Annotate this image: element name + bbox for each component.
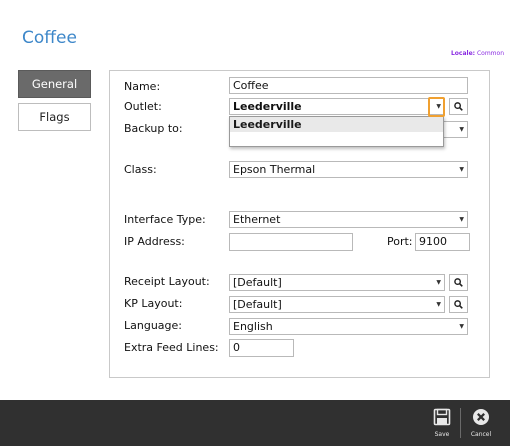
outlet-search-button[interactable] — [449, 98, 468, 115]
ip-address-label: IP Address: — [124, 235, 185, 248]
language-select[interactable]: English ▼ — [229, 318, 468, 335]
backup-label: Backup to: — [124, 122, 183, 135]
chevron-down-icon[interactable]: ▼ — [459, 212, 464, 227]
locale-value: Common — [476, 50, 504, 57]
search-icon — [454, 278, 463, 287]
outlet-select[interactable]: Leederville ▼ — [229, 98, 445, 115]
class-label: Class: — [124, 163, 157, 176]
page-title: Coffee — [22, 28, 77, 48]
search-icon — [454, 300, 463, 309]
chevron-down-icon[interactable]: ▼ — [459, 122, 464, 137]
locale-label: Locale: — [450, 50, 476, 57]
footer-bar: Save Cancel — [0, 400, 510, 446]
ip-address-field[interactable] — [229, 233, 353, 251]
interface-type-select[interactable]: Ethernet ▼ — [229, 211, 468, 228]
extra-feed-lines-field[interactable]: 0 — [229, 339, 294, 357]
outlet-label: Outlet: — [124, 100, 162, 113]
class-value: Epson Thermal — [233, 163, 316, 176]
class-select[interactable]: Epson Thermal ▼ — [229, 161, 468, 178]
language-value: English — [233, 320, 273, 333]
dropdown-arrow-highlight — [428, 97, 445, 117]
kp-layout-search-button[interactable] — [449, 296, 468, 313]
locale-indicator: Locale: Common — [451, 50, 504, 57]
kp-layout-select[interactable]: [Default] ▼ — [229, 296, 445, 313]
name-field[interactable]: Coffee — [229, 77, 468, 94]
port-label: Port: — [387, 235, 413, 248]
tab-general[interactable]: General — [18, 70, 91, 98]
floppy-disk-icon — [433, 408, 451, 426]
extra-feed-lines-label: Extra Feed Lines: — [124, 341, 219, 354]
chevron-down-icon[interactable]: ▼ — [459, 162, 464, 177]
port-field[interactable]: 9100 — [415, 233, 470, 251]
interface-type-label: Interface Type: — [124, 213, 206, 226]
outlet-value: Leederville — [233, 100, 302, 113]
receipt-layout-select[interactable]: [Default] ▼ — [229, 274, 445, 291]
chevron-down-icon[interactable]: ▼ — [436, 297, 441, 312]
search-icon — [454, 102, 463, 111]
footer-divider — [460, 408, 461, 438]
receipt-layout-value: [Default] — [233, 276, 282, 289]
close-circle-icon — [473, 409, 489, 425]
kp-layout-value: [Default] — [233, 298, 282, 311]
interface-type-value: Ethernet — [233, 213, 281, 226]
receipt-layout-label: Receipt Layout: — [124, 275, 210, 288]
receipt-layout-search-button[interactable] — [449, 274, 468, 291]
chevron-down-icon[interactable]: ▼ — [459, 319, 464, 334]
kp-layout-label: KP Layout: — [124, 297, 183, 310]
cancel-label: Cancel — [470, 431, 492, 438]
save-button[interactable]: Save — [427, 408, 457, 438]
dropdown-option[interactable]: Leederville — [230, 117, 443, 132]
cancel-button[interactable]: Cancel — [466, 408, 496, 438]
tab-flags[interactable]: Flags — [18, 103, 91, 131]
language-label: Language: — [124, 319, 182, 332]
outlet-dropdown-list: Leederville — [229, 116, 444, 147]
chevron-down-icon[interactable]: ▼ — [436, 275, 441, 290]
name-label: Name: — [124, 80, 161, 93]
save-label: Save — [434, 431, 450, 438]
